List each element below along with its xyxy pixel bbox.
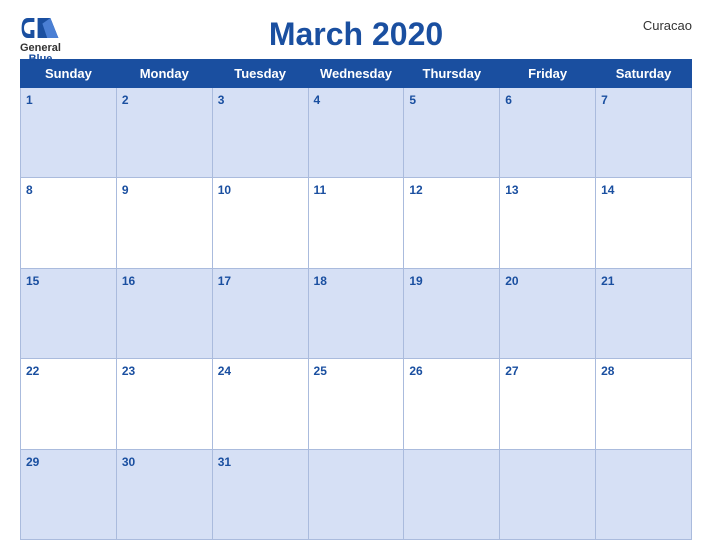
- calendar-week-row: 22 23 24 25 26 27 28: [21, 359, 692, 449]
- day-number: 24: [218, 364, 231, 378]
- calendar-title: March 2020: [269, 16, 443, 53]
- calendar-table: SundayMondayTuesdayWednesdayThursdayFrid…: [20, 59, 692, 540]
- day-number: 9: [122, 183, 129, 197]
- day-number: 28: [601, 364, 614, 378]
- day-number: 5: [409, 93, 416, 107]
- weekday-wednesday: Wednesday: [308, 60, 404, 88]
- country-label: Curacao: [643, 18, 692, 33]
- day-number: 20: [505, 274, 518, 288]
- calendar-body: 1234567891011121314151617181920212223242…: [21, 88, 692, 540]
- calendar-day-11: 11: [308, 178, 404, 268]
- calendar-day-7: 7: [596, 88, 692, 178]
- calendar-day-31: 31: [212, 449, 308, 539]
- logo-blue-text: Blue: [29, 54, 53, 65]
- weekday-header-row: SundayMondayTuesdayWednesdayThursdayFrid…: [21, 60, 692, 88]
- day-number: 16: [122, 274, 135, 288]
- day-number: 21: [601, 274, 614, 288]
- calendar-day-6: 6: [500, 88, 596, 178]
- calendar-day-23: 23: [116, 359, 212, 449]
- calendar-day-17: 17: [212, 268, 308, 358]
- calendar-day-25: 25: [308, 359, 404, 449]
- calendar-day-16: 16: [116, 268, 212, 358]
- day-number: 7: [601, 93, 608, 107]
- calendar-week-row: 15 16 17 18 19 20 21: [21, 268, 692, 358]
- day-number: 13: [505, 183, 518, 197]
- day-number: 6: [505, 93, 512, 107]
- calendar-header: General Blue March 2020 Curacao: [20, 10, 692, 53]
- calendar-day-29: 29: [21, 449, 117, 539]
- logo: General Blue: [20, 14, 61, 65]
- calendar-day-2: 2: [116, 88, 212, 178]
- day-number: 15: [26, 274, 39, 288]
- calendar-day-20: 20: [500, 268, 596, 358]
- day-number: 25: [314, 364, 327, 378]
- calendar-day-empty: [596, 449, 692, 539]
- logo-icon: [20, 14, 60, 42]
- calendar-day-22: 22: [21, 359, 117, 449]
- calendar-day-19: 19: [404, 268, 500, 358]
- calendar-week-row: 8 9 10 11 12 13 14: [21, 178, 692, 268]
- day-number: 23: [122, 364, 135, 378]
- calendar-day-18: 18: [308, 268, 404, 358]
- calendar-day-24: 24: [212, 359, 308, 449]
- calendar-day-13: 13: [500, 178, 596, 268]
- day-number: 12: [409, 183, 422, 197]
- day-number: 2: [122, 93, 129, 107]
- calendar-week-row: 29 30 31: [21, 449, 692, 539]
- calendar-day-9: 9: [116, 178, 212, 268]
- day-number: 1: [26, 93, 33, 107]
- calendar-day-21: 21: [596, 268, 692, 358]
- calendar-day-10: 10: [212, 178, 308, 268]
- day-number: 22: [26, 364, 39, 378]
- day-number: 29: [26, 455, 39, 469]
- calendar-day-30: 30: [116, 449, 212, 539]
- calendar-day-1: 1: [21, 88, 117, 178]
- calendar-day-26: 26: [404, 359, 500, 449]
- day-number: 14: [601, 183, 614, 197]
- day-number: 18: [314, 274, 327, 288]
- weekday-thursday: Thursday: [404, 60, 500, 88]
- calendar-day-empty: [404, 449, 500, 539]
- calendar-day-27: 27: [500, 359, 596, 449]
- calendar-week-row: 1 2 3 4 5 6 7: [21, 88, 692, 178]
- calendar-day-8: 8: [21, 178, 117, 268]
- calendar-day-empty: [500, 449, 596, 539]
- day-number: 11: [314, 183, 327, 197]
- day-number: 4: [314, 93, 321, 107]
- day-number: 19: [409, 274, 422, 288]
- day-number: 17: [218, 274, 231, 288]
- weekday-saturday: Saturday: [596, 60, 692, 88]
- day-number: 31: [218, 455, 231, 469]
- calendar-day-15: 15: [21, 268, 117, 358]
- day-number: 8: [26, 183, 33, 197]
- weekday-friday: Friday: [500, 60, 596, 88]
- calendar-day-5: 5: [404, 88, 500, 178]
- weekday-monday: Monday: [116, 60, 212, 88]
- calendar-day-empty: [308, 449, 404, 539]
- day-number: 30: [122, 455, 135, 469]
- calendar-header-row: SundayMondayTuesdayWednesdayThursdayFrid…: [21, 60, 692, 88]
- day-number: 10: [218, 183, 231, 197]
- day-number: 27: [505, 364, 518, 378]
- calendar-day-28: 28: [596, 359, 692, 449]
- day-number: 3: [218, 93, 225, 107]
- calendar-day-4: 4: [308, 88, 404, 178]
- weekday-tuesday: Tuesday: [212, 60, 308, 88]
- day-number: 26: [409, 364, 422, 378]
- calendar-day-3: 3: [212, 88, 308, 178]
- calendar-day-14: 14: [596, 178, 692, 268]
- calendar-day-12: 12: [404, 178, 500, 268]
